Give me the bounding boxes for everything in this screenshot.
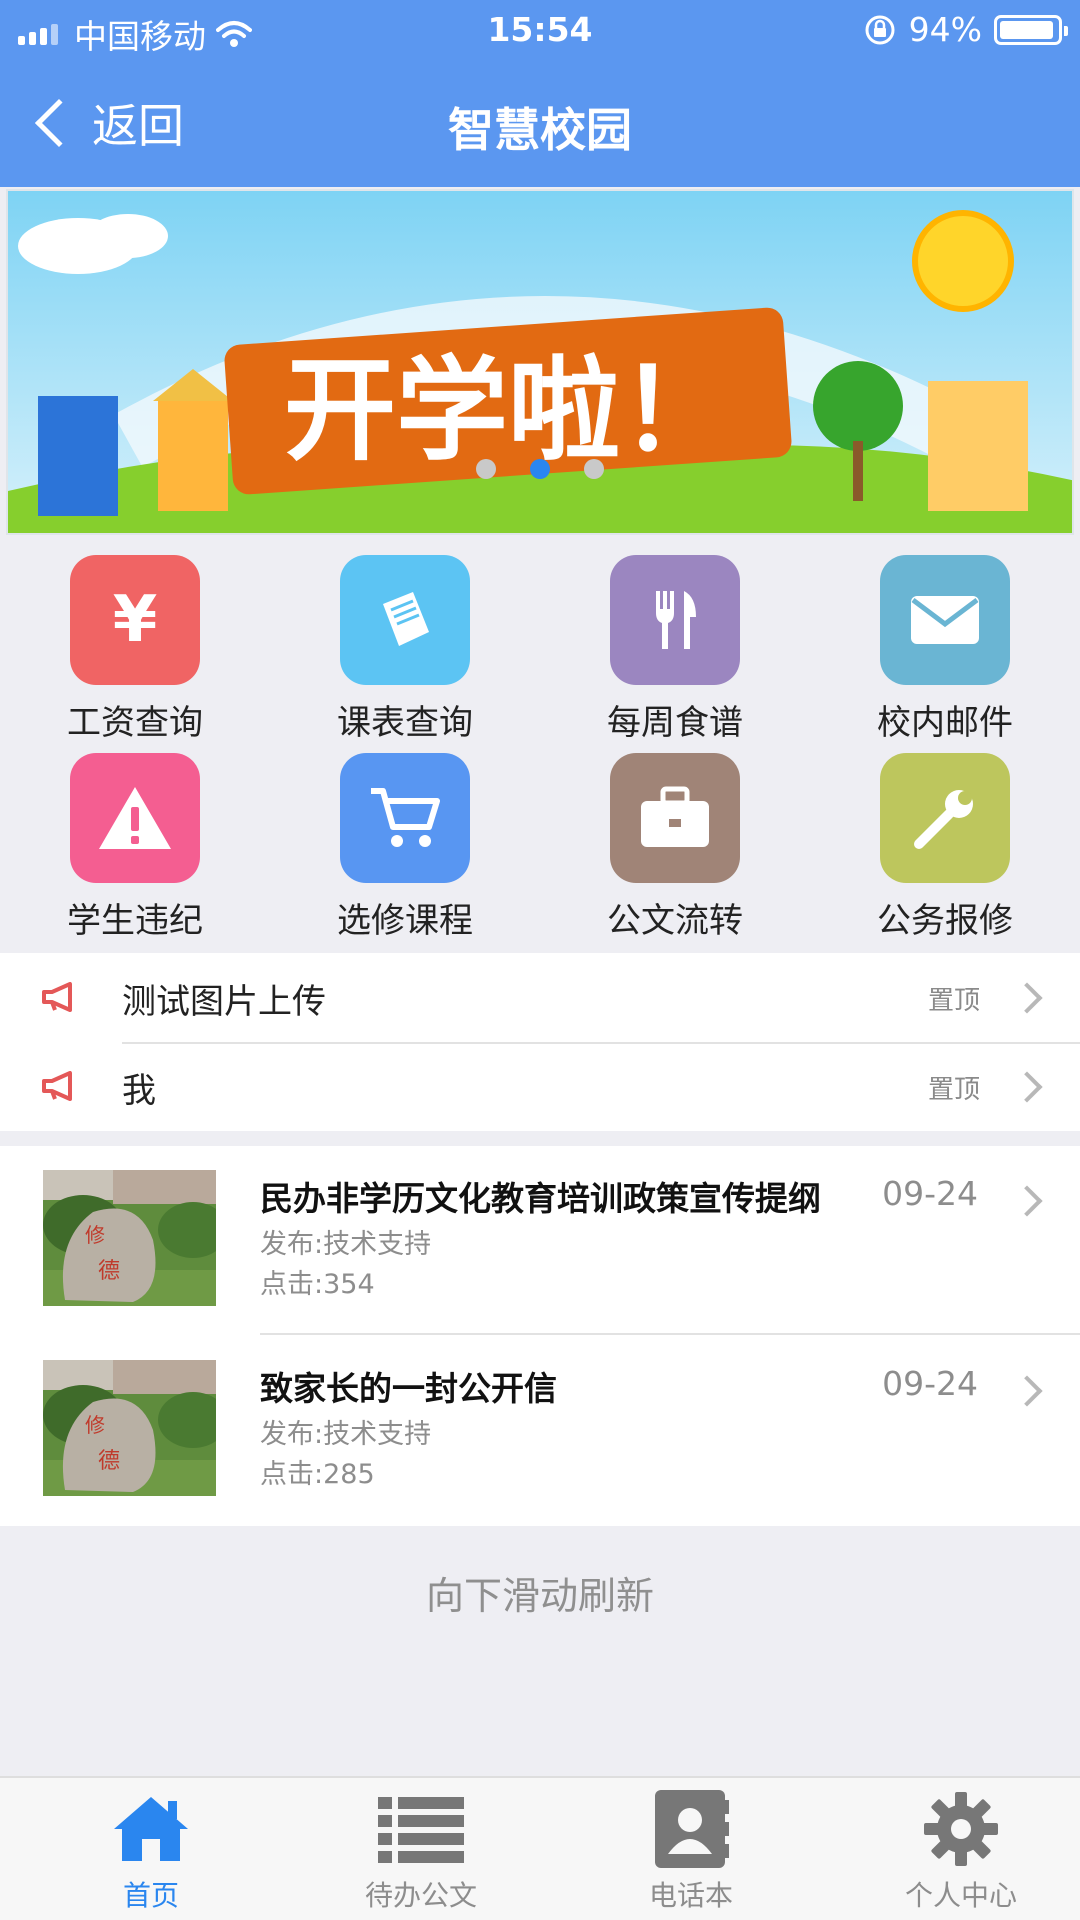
home-icon [110,1788,192,1870]
grid-item-label: 每周食谱 [607,703,743,743]
grid-item-2[interactable]: 课表查询 [270,555,540,753]
news-publisher: 发布:技术支持 [260,1419,432,1450]
grid-item-7[interactable]: 公文流转 [540,753,810,951]
news-title: 民办非学历文化教育培训政策宣传提纲 [260,1179,821,1218]
news-clicks: 点击:354 [260,1269,375,1300]
notice-title: 我 [122,1070,156,1111]
mail-icon [880,555,1010,685]
tab-label: 电话本 [648,1879,733,1912]
grid-item-5[interactable]: 学生违纪 [0,753,270,951]
fork-knife-icon [610,555,740,685]
news-clicks: 点击:285 [260,1459,375,1490]
news-thumbnail: 修德 [43,1360,216,1496]
tab-label: 待办公文 [364,1879,477,1912]
grid-item-label: 选修课程 [337,901,473,941]
notice-item[interactable]: 测试图片上传 置顶 [0,954,1080,1042]
cart-icon [340,753,470,883]
grid-item-4[interactable]: 校内邮件 [810,555,1080,753]
notice-title: 测试图片上传 [122,981,326,1022]
book-icon [340,555,470,685]
yen-icon: ¥ [70,555,200,685]
carousel-indicator [8,459,1072,479]
contact-book-icon [653,1788,729,1870]
tab-2[interactable]: 待办公文 [286,1778,556,1920]
notice-item[interactable]: 我 置顶 [0,1043,1080,1131]
function-grid: ¥ 工资查询 课表查询 每周食谱 校内邮件学生违纪 选修课程 公文流转 公务报修 [0,545,1080,953]
refresh-hint: 向下滑动刷新 [425,1574,654,1618]
svg-text:德: 德 [98,1449,120,1474]
grid-item-label: 学生违纪 [67,901,203,941]
battery-icon [994,14,1068,45]
megaphone-icon [42,982,78,1016]
notice-list: 测试图片上传 置顶我置顶 [0,953,1080,1131]
news-date: 09-24 [882,1364,978,1403]
grid-item-label: 课表查询 [337,703,473,743]
divider [260,1333,1080,1335]
banner-carousel[interactable]: 开学啦！ [6,189,1074,535]
news-thumbnail: 修德 [43,1170,216,1306]
tab-label: 个人中心 [904,1879,1017,1912]
pinned-tag: 置顶 [927,1074,980,1105]
grid-item-1[interactable]: ¥ 工资查询 [0,555,270,753]
grid-item-label: 工资查询 [67,703,203,743]
warning-icon [70,753,200,883]
header-bar: 中国移动 15:54 94% 返回 智慧校园 [0,0,1080,187]
status-bar: 中国移动 15:54 94% [0,0,1080,62]
list-icon [376,1788,466,1870]
navigation-bar: 返回 智慧校园 [0,62,1080,187]
tab-label: 首页 [122,1879,179,1912]
tab-1[interactable]: 首页 [16,1778,286,1920]
banner-image: 开学啦！ [8,191,1072,533]
svg-text:修: 修 [85,1223,105,1247]
svg-text:修: 修 [85,1413,105,1437]
page-title: 智慧校园 [448,103,632,157]
wrench-icon [880,753,1010,883]
grid-item-label: 公文流转 [607,901,743,941]
megaphone-icon [42,1071,78,1105]
banner-headline: 开学啦！ [284,346,732,476]
grid-item-8[interactable]: 公务报修 [810,753,1080,951]
carousel-dot[interactable] [530,459,550,479]
tab-bar: 首页 待办公文 电话本 个人中心 [0,1776,1080,1920]
svg-text:德: 德 [98,1259,120,1284]
grid-item-label: 公务报修 [877,901,1013,941]
news-publisher: 发布:技术支持 [260,1229,432,1260]
grid-item-label: 校内邮件 [877,703,1013,743]
grid-item-3[interactable]: 每周食谱 [540,555,810,753]
briefcase-icon [610,753,740,883]
chevron-right-icon [1011,1071,1043,1103]
grid-item-6[interactable]: 选修课程 [270,753,540,951]
chevron-right-icon [1011,982,1043,1014]
rotation-lock-icon [865,15,895,44]
chevron-right-icon [1011,1185,1043,1217]
news-date: 09-24 [882,1174,978,1213]
news-title: 致家长的一封公开信 [260,1369,557,1408]
news-list: 修德民办非学历文化教育培训政策宣传提纲 09-24 发布:技术支持 点击:354 修德致… [0,1146,1080,1526]
carousel-dot[interactable] [584,459,604,479]
chevron-right-icon [1011,1375,1043,1407]
gear-icon [922,1788,1000,1870]
carousel-dot[interactable] [476,459,496,479]
battery-percent: 94% [908,10,982,49]
news-item[interactable]: 修德 民办非学历文化教育培训政策宣传提纲 09-24 发布:技术支持 点击:354 [0,1146,1080,1316]
pinned-tag: 置顶 [927,985,980,1016]
tab-3[interactable]: 电话本 [556,1778,826,1920]
news-item[interactable]: 修德 致家长的一封公开信 09-24 发布:技术支持 点击:285 [0,1336,1080,1506]
tab-4[interactable]: 个人中心 [826,1778,1080,1920]
svg-text:¥: ¥ [113,585,158,655]
